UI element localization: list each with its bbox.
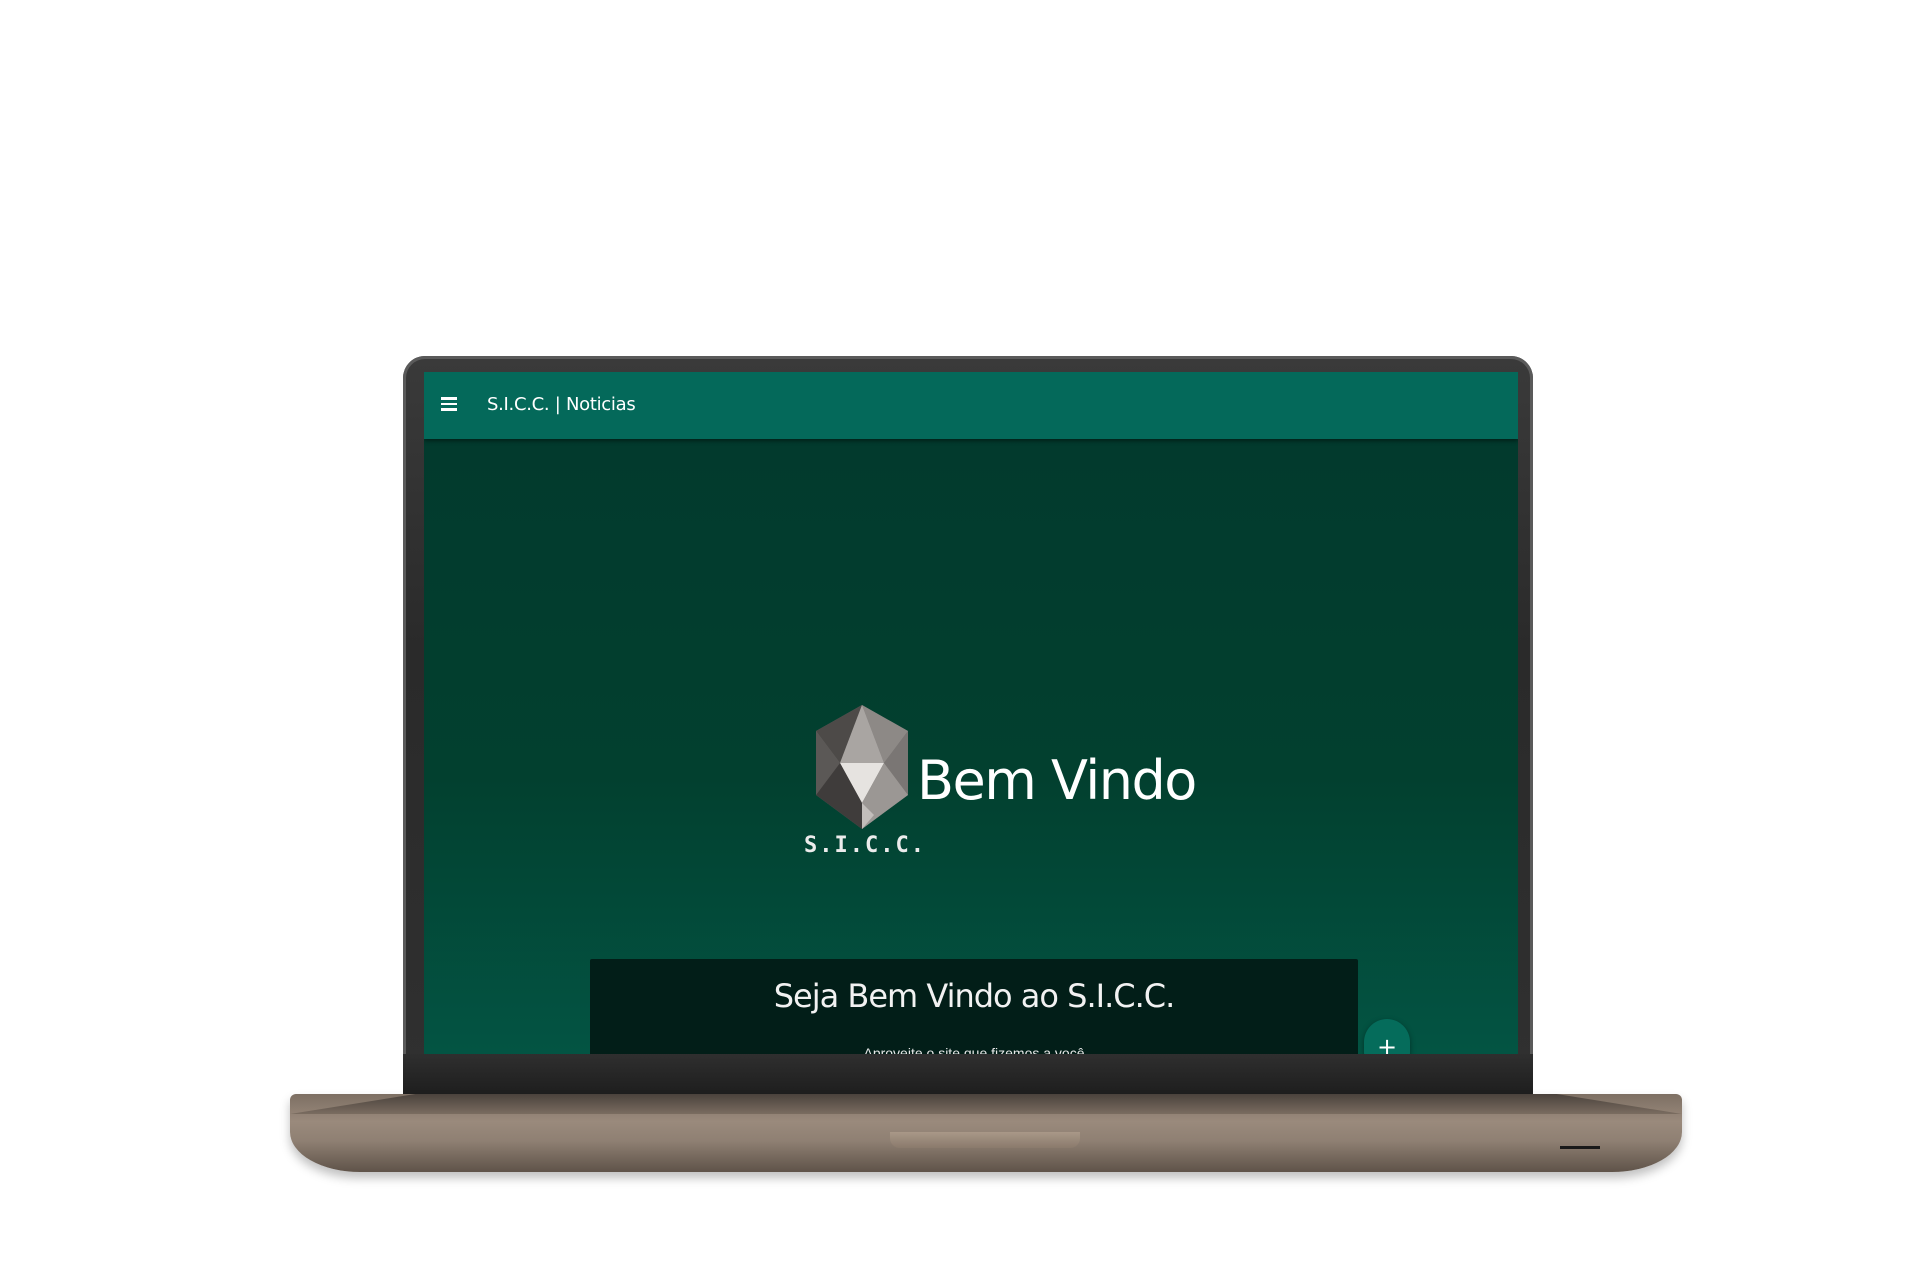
laptop-keyboard-deck xyxy=(290,1094,1682,1114)
carousel-caption: Seja Bem Vindo ao S.I.C.C. Aproveite o s… xyxy=(590,959,1358,1054)
laptop-hinge xyxy=(403,1054,1533,1094)
hamburger-menu-icon[interactable] xyxy=(441,397,457,411)
crystal-gem-icon xyxy=(816,705,908,829)
app-bar: S.I.C.C. | Noticias xyxy=(424,372,1518,439)
caption-title: Seja Bem Vindo ao S.I.C.C. xyxy=(773,977,1176,1015)
caption-subtitle: Aproveite o site que fizemos a você xyxy=(863,1045,1085,1054)
laptop-screen: S.I.C.C. | Noticias S.I.C.C. Bem Vindo S… xyxy=(424,372,1518,1054)
add-fab-button[interactable]: + xyxy=(1364,1019,1410,1054)
laptop-lid-notch xyxy=(890,1132,1080,1148)
hero-section: S.I.C.C. Bem Vindo Seja Bem Vindo ao S.I… xyxy=(424,439,1518,1054)
app-title: S.I.C.C. | Noticias xyxy=(487,394,636,415)
laptop-status-led xyxy=(1560,1146,1600,1149)
logo-text: S.I.C.C. xyxy=(804,833,926,858)
laptop-mockup: S.I.C.C. | Noticias S.I.C.C. Bem Vindo S… xyxy=(0,0,1920,1281)
sicc-logo: S.I.C.C. xyxy=(804,703,926,873)
welcome-title: Bem Vindo xyxy=(917,749,1197,812)
